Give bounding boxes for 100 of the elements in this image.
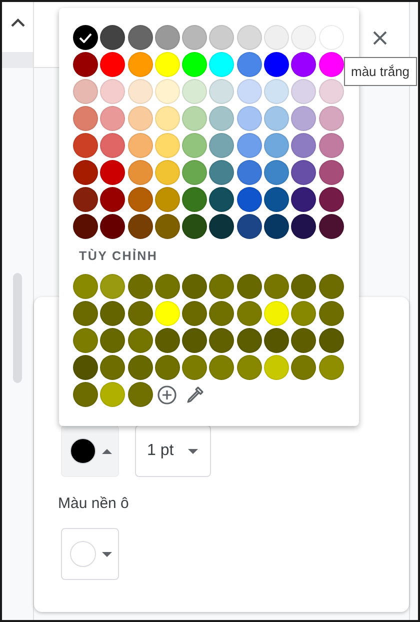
color-swatch[interactable] — [73, 355, 98, 380]
color-swatch[interactable] — [291, 328, 316, 353]
color-swatch[interactable] — [182, 355, 208, 380]
color-swatch[interactable] — [209, 328, 234, 353]
border-weight-dropdown[interactable]: 1 pt — [135, 425, 211, 477]
color-swatch[interactable] — [291, 187, 316, 212]
color-swatch[interactable] — [209, 214, 234, 239]
color-swatch[interactable] — [236, 328, 262, 353]
color-swatch[interactable] — [182, 133, 208, 158]
color-swatch[interactable] — [291, 160, 316, 185]
color-swatch[interactable] — [154, 214, 180, 239]
color-swatch[interactable] — [264, 106, 290, 131]
color-swatch[interactable] — [291, 301, 316, 326]
color-swatch[interactable] — [73, 328, 98, 353]
color-swatch[interactable] — [128, 355, 153, 380]
color-swatch[interactable] — [318, 301, 344, 326]
color-swatch[interactable] — [73, 160, 98, 185]
color-swatch[interactable] — [318, 160, 344, 185]
color-swatch[interactable] — [209, 301, 234, 326]
color-swatch[interactable] — [236, 79, 262, 104]
color-swatch[interactable] — [73, 25, 98, 50]
color-swatch[interactable] — [236, 133, 262, 158]
color-swatch[interactable] — [128, 79, 153, 104]
color-swatch[interactable] — [100, 133, 126, 158]
color-swatch[interactable] — [128, 160, 153, 185]
color-swatch[interactable] — [182, 52, 208, 77]
color-swatch[interactable] — [100, 25, 126, 50]
color-swatch[interactable] — [291, 25, 316, 50]
color-swatch[interactable] — [182, 274, 208, 299]
color-swatch[interactable] — [73, 382, 98, 407]
scrollbar-thumb[interactable] — [13, 273, 22, 383]
color-swatch[interactable] — [318, 274, 344, 299]
color-swatch[interactable] — [209, 79, 234, 104]
color-swatch[interactable] — [154, 106, 180, 131]
color-swatch[interactable] — [318, 214, 344, 239]
color-swatch[interactable] — [264, 328, 290, 353]
fill-color-button[interactable] — [61, 528, 119, 580]
color-swatch[interactable] — [73, 214, 98, 239]
color-swatch[interactable] — [100, 355, 126, 380]
color-swatch[interactable] — [154, 25, 180, 50]
color-swatch[interactable] — [264, 133, 290, 158]
color-swatch[interactable] — [291, 52, 316, 77]
color-swatch[interactable] — [264, 355, 290, 380]
color-swatch[interactable] — [291, 355, 316, 380]
color-swatch[interactable] — [264, 160, 290, 185]
color-swatch[interactable] — [264, 301, 290, 326]
color-swatch[interactable] — [182, 214, 208, 239]
color-swatch[interactable] — [291, 133, 316, 158]
color-swatch[interactable] — [128, 25, 153, 50]
color-swatch[interactable] — [209, 52, 234, 77]
color-swatch[interactable] — [264, 214, 290, 239]
color-swatch[interactable] — [73, 187, 98, 212]
color-swatch[interactable] — [100, 187, 126, 212]
color-swatch[interactable] — [182, 25, 208, 50]
color-swatch[interactable] — [236, 274, 262, 299]
color-swatch[interactable] — [128, 274, 153, 299]
color-swatch[interactable] — [128, 187, 153, 212]
color-swatch[interactable] — [291, 214, 316, 239]
color-swatch[interactable] — [236, 301, 262, 326]
color-swatch[interactable] — [128, 214, 153, 239]
color-swatch[interactable] — [100, 79, 126, 104]
color-swatch[interactable] — [100, 52, 126, 77]
color-swatch[interactable] — [73, 301, 98, 326]
color-swatch[interactable] — [182, 328, 208, 353]
color-swatch[interactable] — [236, 25, 262, 50]
color-swatch[interactable] — [236, 214, 262, 239]
color-swatch[interactable] — [318, 187, 344, 212]
color-swatch[interactable] — [236, 52, 262, 77]
color-swatch[interactable] — [318, 328, 344, 353]
color-swatch[interactable] — [100, 301, 126, 326]
color-swatch[interactable] — [318, 79, 344, 104]
color-swatch[interactable] — [182, 79, 208, 104]
color-swatch[interactable] — [154, 133, 180, 158]
color-swatch[interactable] — [128, 106, 153, 131]
close-icon[interactable] — [373, 30, 387, 44]
color-swatch[interactable] — [318, 52, 344, 77]
color-swatch[interactable] — [128, 382, 153, 407]
color-swatch[interactable] — [209, 187, 234, 212]
color-swatch[interactable] — [154, 301, 180, 326]
color-swatch[interactable] — [154, 79, 180, 104]
color-swatch[interactable] — [182, 160, 208, 185]
color-swatch[interactable] — [154, 52, 180, 77]
color-swatch[interactable] — [318, 106, 344, 131]
color-swatch[interactable] — [264, 274, 290, 299]
color-swatch[interactable] — [264, 79, 290, 104]
color-swatch[interactable] — [209, 25, 234, 50]
color-swatch[interactable] — [154, 328, 180, 353]
color-swatch[interactable] — [291, 274, 316, 299]
color-swatch[interactable] — [100, 382, 126, 407]
color-swatch[interactable] — [73, 274, 98, 299]
color-swatch[interactable] — [318, 355, 344, 380]
color-swatch[interactable] — [209, 160, 234, 185]
color-swatch[interactable] — [182, 301, 208, 326]
color-swatch[interactable] — [209, 106, 234, 131]
color-swatch[interactable] — [154, 187, 180, 212]
color-swatch[interactable] — [100, 160, 126, 185]
color-swatch[interactable] — [73, 52, 98, 77]
color-swatch[interactable] — [128, 52, 153, 77]
color-swatch[interactable] — [100, 106, 126, 131]
color-swatch[interactable] — [73, 106, 98, 131]
